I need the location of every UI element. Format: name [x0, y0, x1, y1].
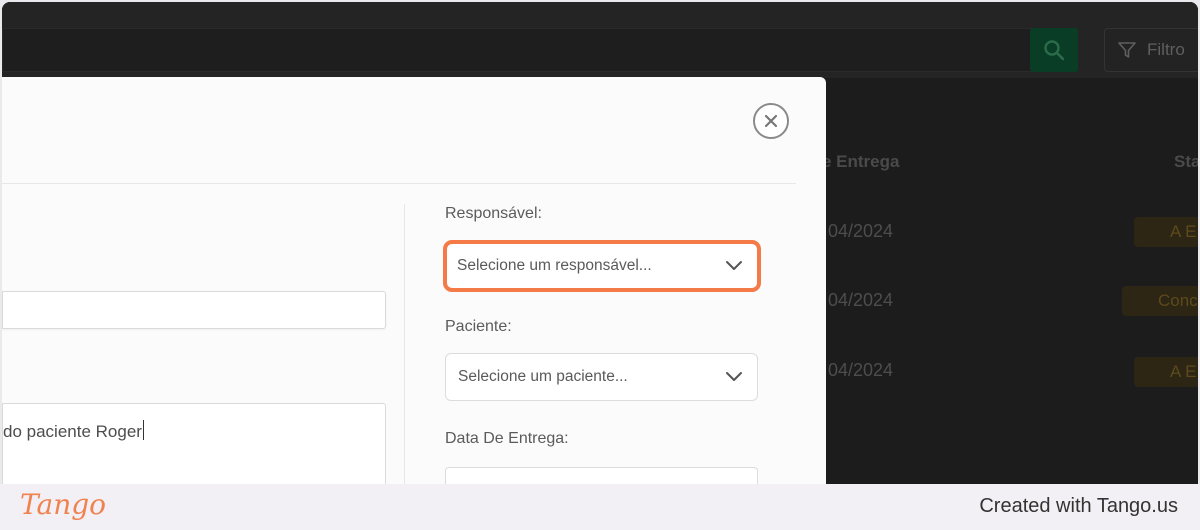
filter-label: Filtro: [1147, 40, 1185, 59]
text-input[interactable]: [2, 291, 386, 329]
row-date: 04/2024: [828, 221, 894, 241]
column-header-status: Sta: [1174, 152, 1198, 171]
responsavel-select[interactable]: Selecione um responsável...: [443, 240, 761, 292]
responsavel-placeholder: Selecione um responsável...: [457, 257, 652, 274]
paciente-placeholder: Selecione um paciente...: [458, 368, 628, 385]
column-header-delivery-date: e Entrega: [822, 152, 900, 171]
chevron-down-icon: [726, 372, 742, 381]
row-date: 04/2024: [828, 290, 894, 310]
tango-logo: Tango: [20, 488, 107, 521]
filter-button[interactable]: Filtro: [1104, 28, 1198, 72]
search-button[interactable]: [1030, 28, 1078, 72]
responsavel-label: Responsável:: [445, 205, 542, 222]
chevron-down-icon: [726, 261, 742, 270]
search-input[interactable]: [2, 28, 1032, 72]
footer-bar: Tango Created with Tango.us: [0, 484, 1200, 530]
text-caret: [142, 420, 144, 440]
column-divider: [404, 204, 405, 484]
app-window: Filtro e Entrega Sta 04/2024 A E 04/2024…: [2, 2, 1198, 484]
search-icon: [1044, 40, 1065, 61]
modal-header-divider: [2, 183, 796, 184]
filter-icon: [1118, 42, 1136, 58]
row-date: 04/2024: [828, 360, 894, 380]
status-badge: Conc: [1122, 286, 1198, 316]
footer-credit: Created with Tango.us: [979, 495, 1178, 517]
modal-dialog: do paciente Roger Responsável: Selecione…: [2, 77, 826, 484]
description-text: do paciente Roger: [3, 422, 142, 441]
data-entrega-label: Data De Entrega:: [445, 430, 569, 447]
close-button[interactable]: [753, 103, 789, 139]
data-entrega-input[interactable]: [445, 467, 758, 484]
paciente-select[interactable]: Selecione um paciente...: [445, 353, 758, 401]
close-icon: [764, 114, 778, 128]
top-bar: Filtro: [2, 2, 1198, 78]
description-textarea[interactable]: do paciente Roger: [2, 403, 386, 484]
paciente-label: Paciente:: [445, 318, 512, 335]
status-badge: A E: [1134, 357, 1198, 387]
status-badge: A E: [1134, 217, 1198, 247]
